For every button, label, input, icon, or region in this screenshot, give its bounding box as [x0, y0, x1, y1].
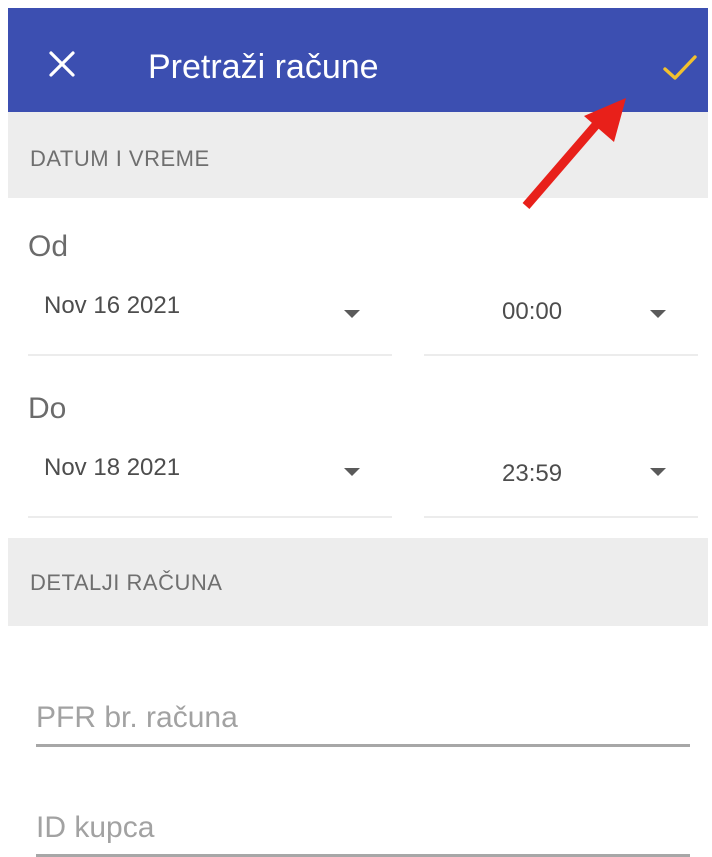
page-title: Pretraži račune	[148, 48, 379, 86]
confirm-search-button[interactable]	[656, 44, 704, 92]
chevron-down-icon	[650, 468, 666, 476]
app-bar: Pretraži račune	[8, 8, 708, 112]
section-header-receipt-details: DETALJI RAČUNA	[8, 538, 708, 626]
from-date-value: Nov 16 2021	[44, 292, 181, 319]
section-header-date-time: DATUM I VREME	[8, 112, 708, 198]
to-label: Do	[28, 392, 67, 425]
to-date-value: Nov 18 2021	[44, 454, 181, 481]
check-icon	[663, 55, 697, 80]
section-header-date-time-label: DATUM I VREME	[30, 146, 210, 171]
from-date-dropdown[interactable]: Nov 16 2021	[28, 290, 392, 356]
from-label: Od	[28, 230, 69, 263]
to-date-dropdown[interactable]: Nov 18 2021	[28, 452, 392, 518]
close-icon	[49, 51, 75, 77]
from-time-value: 00:00	[502, 298, 563, 325]
to-time-value: 23:59	[502, 460, 563, 487]
section-header-receipt-details-label: DETALJI RAČUNA	[30, 570, 223, 595]
pfr-receipt-number-field[interactable]	[36, 694, 690, 747]
close-button[interactable]	[44, 46, 80, 82]
pfr-receipt-number-input[interactable]	[36, 694, 690, 742]
chevron-down-icon	[344, 310, 360, 318]
from-time-dropdown[interactable]: 00:00	[424, 290, 698, 356]
customer-id-field[interactable]	[36, 804, 690, 857]
customer-id-input[interactable]	[36, 804, 690, 852]
to-time-dropdown[interactable]: 23:59	[424, 452, 698, 518]
chevron-down-icon	[650, 310, 666, 318]
chevron-down-icon	[344, 468, 360, 476]
